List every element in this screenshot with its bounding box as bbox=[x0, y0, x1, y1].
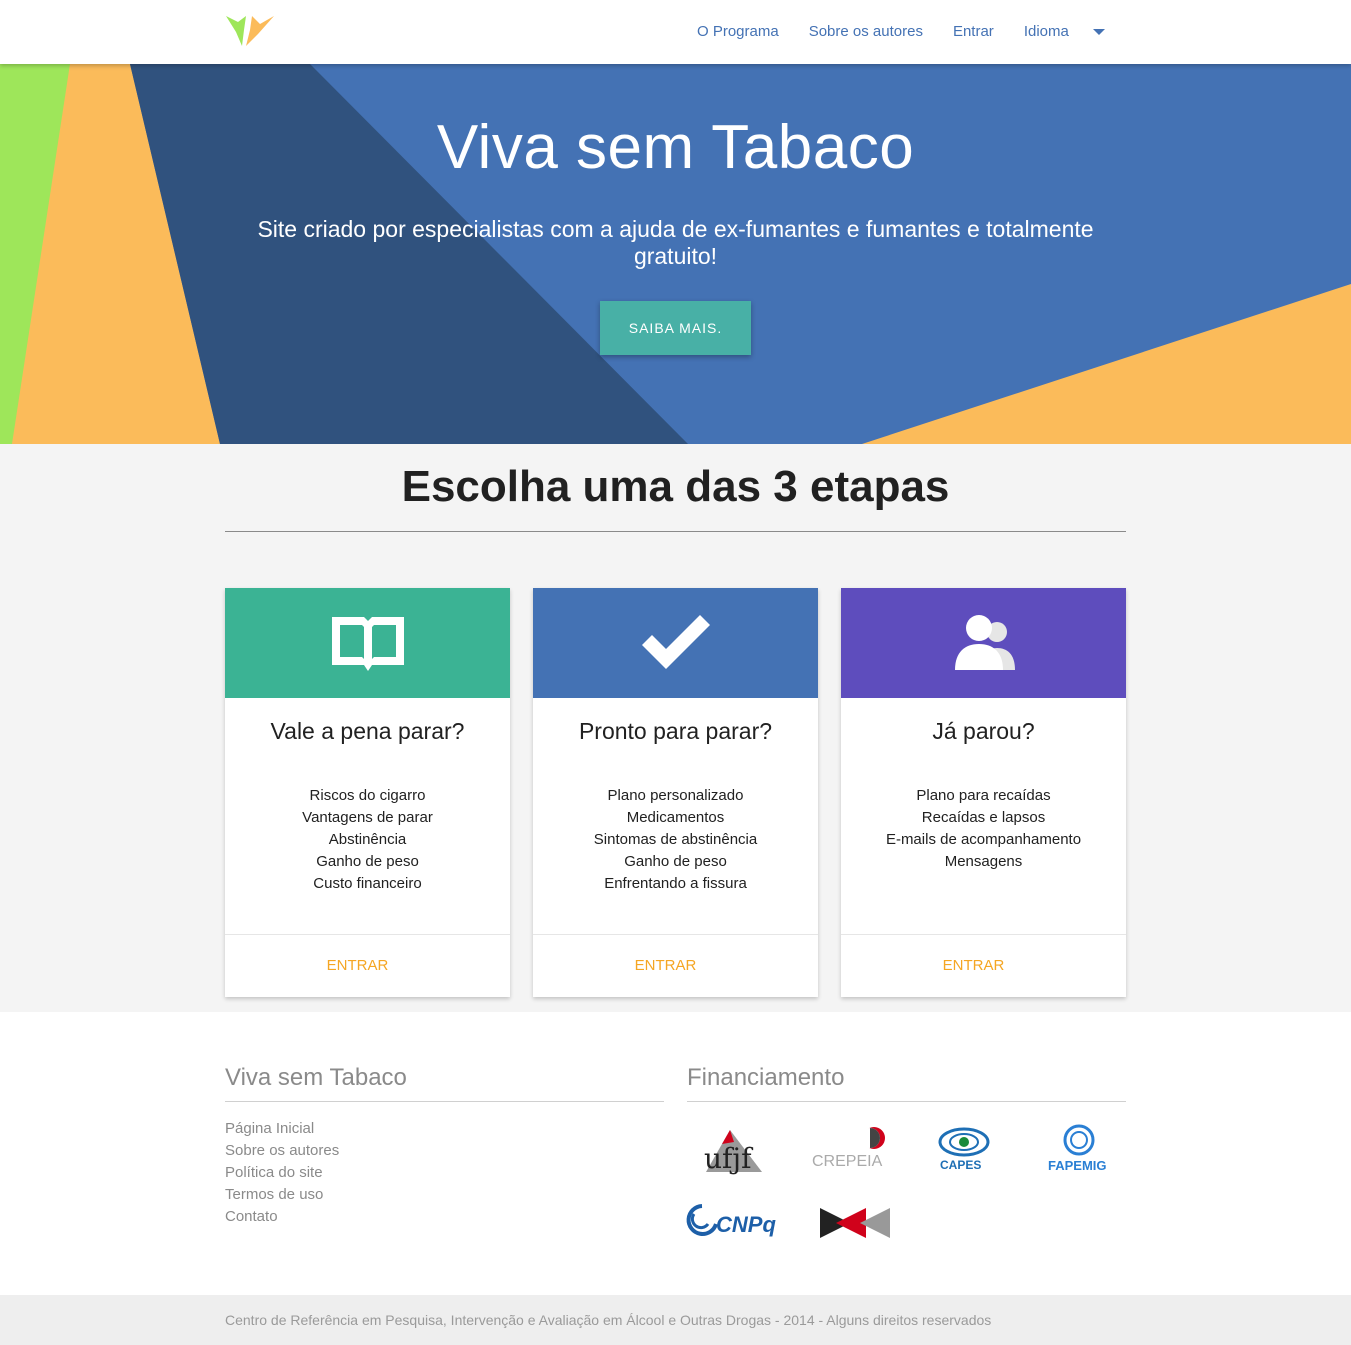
list-item: Plano para recaídas bbox=[916, 787, 1051, 804]
list-item: Riscos do cigarro bbox=[309, 787, 426, 804]
list-item: Enfrentando a fissura bbox=[604, 875, 747, 892]
crepeia-logo-text: CREPEIA bbox=[812, 1153, 883, 1170]
chevron-down-icon[interactable] bbox=[1092, 29, 1105, 35]
fapemig-logo[interactable]: FAPEMIG bbox=[1046, 1122, 1112, 1178]
enter-button[interactable]: ENTRAR bbox=[533, 934, 818, 997]
ufjf-logo-text: ufjf bbox=[704, 1142, 754, 1175]
book-icon bbox=[331, 617, 404, 671]
capes-logo[interactable]: CAPES bbox=[936, 1122, 994, 1172]
list-item: E-mails de acompanhamento bbox=[885, 831, 1082, 848]
list-item: Recaídas e lapsos bbox=[921, 809, 1046, 826]
nav-link-autores[interactable]: Sobre os autores bbox=[794, 0, 938, 64]
list-item: Mensagens bbox=[944, 853, 1023, 870]
footer-site-title: Viva sem Tabaco bbox=[225, 1064, 407, 1091]
capes-logo-text: CAPES bbox=[940, 1158, 981, 1172]
nav-link-entrar[interactable]: Entrar bbox=[938, 0, 1009, 64]
funding-divider bbox=[687, 1101, 1126, 1102]
card-header bbox=[225, 588, 510, 698]
top-navbar: O Programa Sobre os autores Entrar Idiom… bbox=[0, 0, 1351, 64]
crepeia-logo[interactable]: CREPEIA bbox=[812, 1124, 888, 1172]
list-item: Ganho de peso bbox=[624, 853, 727, 870]
copyright-bar: Centro de Referência em Pesquisa, Interv… bbox=[0, 1295, 1351, 1345]
card-title: Já parou? bbox=[932, 718, 1035, 744]
stage-card-3: Já parou? Plano para recaídas Recaídas e… bbox=[841, 588, 1126, 997]
stage-card-2: Pronto para parar? Plano personalizado M… bbox=[533, 588, 818, 997]
cnpq-logo[interactable]: CNPq bbox=[686, 1202, 790, 1242]
list-item: Abstinência bbox=[328, 831, 407, 848]
users-icon bbox=[954, 615, 1015, 670]
stage-card-1: Vale a pena parar? Riscos do cigarro Van… bbox=[225, 588, 510, 997]
funding-title: Financiamento bbox=[687, 1064, 845, 1091]
hero-banner: Viva sem Tabaco Site criado por especial… bbox=[0, 64, 1351, 444]
enter-button[interactable]: ENTRAR bbox=[841, 934, 1126, 997]
footer-link-terms[interactable]: Termos de uso bbox=[225, 1184, 339, 1206]
card-topic-list: Riscos do cigarro Vantagens de parar Abs… bbox=[225, 785, 510, 895]
fapemig-logo-text: FAPEMIG bbox=[1048, 1158, 1107, 1173]
list-item: Plano personalizado bbox=[607, 787, 744, 804]
footer-link-contact[interactable]: Contato bbox=[225, 1206, 339, 1228]
cnpq-logo-text: CNPq bbox=[716, 1212, 776, 1237]
card-header bbox=[533, 588, 818, 698]
card-header bbox=[841, 588, 1126, 698]
learn-more-button[interactable]: SAIBA MAIS. bbox=[600, 301, 751, 355]
footer-link-authors[interactable]: Sobre os autores bbox=[225, 1140, 339, 1162]
nav-menu: O Programa Sobre os autores Entrar Idiom… bbox=[682, 0, 1121, 64]
hero-title: Viva sem Tabaco bbox=[436, 113, 915, 182]
nav-link-idioma[interactable]: Idioma bbox=[1009, 0, 1077, 64]
logo-icon[interactable] bbox=[224, 12, 276, 48]
list-item: Vantagens de parar bbox=[302, 809, 433, 826]
list-item: Custo financeiro bbox=[313, 875, 422, 892]
card-topic-list: Plano personalizado Medicamentos Sintoma… bbox=[533, 785, 818, 895]
section-title: Escolha uma das 3 etapas bbox=[401, 462, 950, 511]
footer-divider bbox=[225, 1101, 664, 1102]
list-item: Sintomas de abstinência bbox=[593, 831, 758, 848]
arrows-logo[interactable] bbox=[820, 1208, 892, 1238]
nav-link-programa[interactable]: O Programa bbox=[682, 0, 794, 64]
card-title: Pronto para parar? bbox=[578, 718, 773, 744]
footer-link-home[interactable]: Página Inicial bbox=[225, 1118, 339, 1140]
site-footer: Viva sem Tabaco Página Inicial Sobre os … bbox=[0, 1012, 1351, 1295]
ufjf-logo[interactable]: ufjf bbox=[700, 1124, 766, 1180]
copyright-text: Centro de Referência em Pesquisa, Interv… bbox=[225, 1312, 992, 1328]
section-divider bbox=[225, 531, 1126, 532]
enter-button[interactable]: ENTRAR bbox=[225, 934, 510, 997]
list-item: Medicamentos bbox=[626, 809, 725, 826]
checkmark-icon bbox=[641, 615, 710, 669]
footer-links: Página Inicial Sobre os autores Política… bbox=[225, 1118, 339, 1228]
card-title: Vale a pena parar? bbox=[270, 718, 465, 744]
hero-subtitle: Site criado por especialistas com a ajud… bbox=[257, 216, 1094, 269]
list-item: Ganho de peso bbox=[316, 853, 419, 870]
card-topic-list: Plano para recaídas Recaídas e lapsos E-… bbox=[841, 785, 1126, 873]
footer-link-policy[interactable]: Política do site bbox=[225, 1162, 339, 1184]
